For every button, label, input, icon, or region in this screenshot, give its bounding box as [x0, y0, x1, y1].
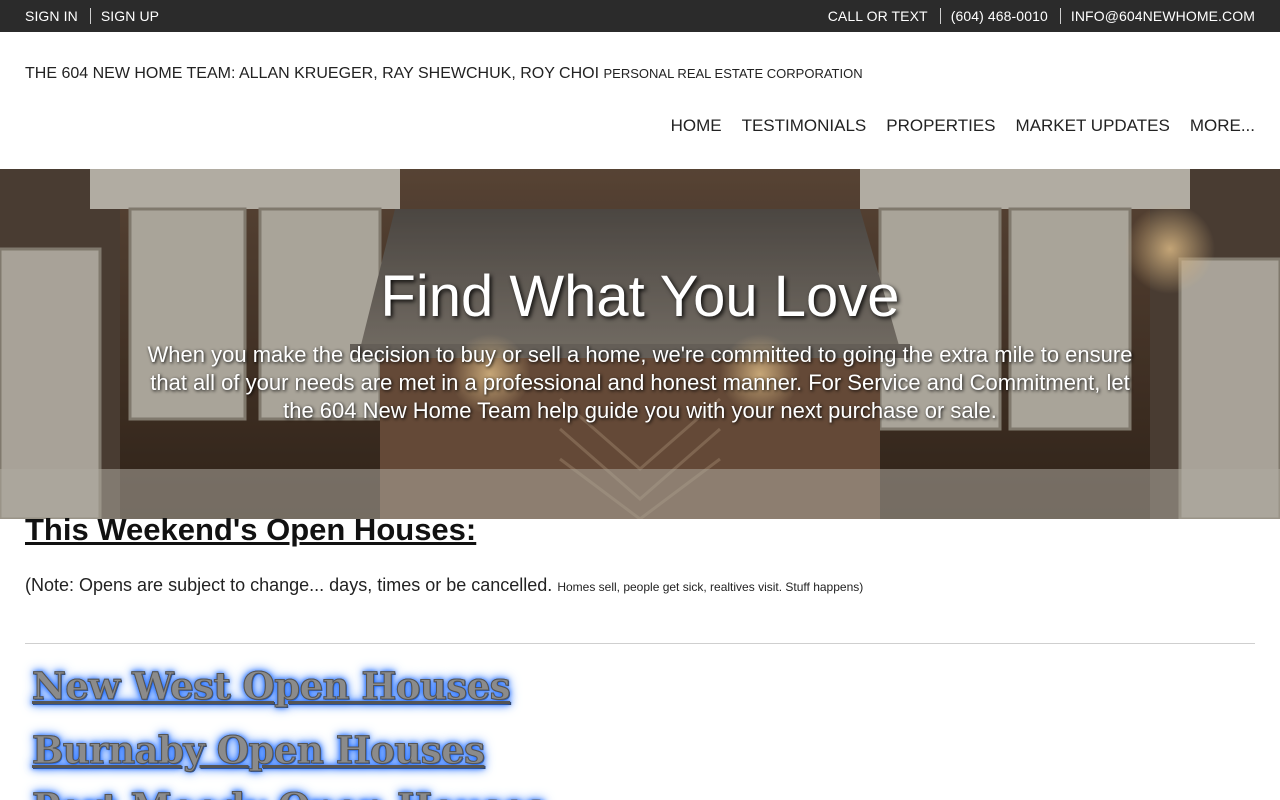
hero-description: When you make the decision to buy or sel… — [147, 342, 1133, 423]
sign-up-link[interactable]: SIGN UP — [101, 8, 159, 24]
contact-links: CALL OR TEXT (604) 468-0010 INFO@604NEWH… — [828, 8, 1255, 24]
brand-name: THE 604 NEW HOME TEAM: ALLAN KRUEGER, RA… — [25, 65, 600, 82]
nav-home[interactable]: HOME — [671, 116, 722, 136]
section-divider — [25, 643, 1255, 644]
open-houses-heading: This Weekend's Open Houses: — [25, 512, 477, 547]
burnaby-open-houses-link[interactable]: Burnaby Open Houses — [31, 728, 485, 773]
nav-properties[interactable]: PROPERTIES — [886, 116, 995, 136]
divider — [1059, 8, 1061, 24]
nav-testimonials[interactable]: TESTIMONIALS — [742, 116, 867, 136]
call-or-text-label: CALL OR TEXT — [827, 8, 928, 24]
site-brand[interactable]: THE 604 NEW HOME TEAM: ALLAN KRUEGER, RA… — [25, 65, 863, 83]
nav-market-updates[interactable]: MARKET UPDATES — [1016, 116, 1170, 136]
note-small: Homes sell, people get sick, realtives v… — [557, 580, 864, 594]
nav-more[interactable]: MORE... — [1190, 116, 1255, 136]
email-link[interactable]: INFO@604NEWHOME.COM — [1071, 8, 1255, 24]
divider — [939, 8, 941, 24]
sign-in-link[interactable]: SIGN IN — [25, 8, 78, 24]
note-main: (Note: Opens are subject to change... da… — [25, 575, 553, 595]
open-houses-note: (Note: Opens are subject to change... da… — [25, 575, 863, 596]
port-moody-open-houses-link[interactable]: Port Moody Open Houses — [32, 785, 547, 800]
phone-link[interactable]: (604) 468-0010 — [951, 8, 1048, 24]
divider — [89, 8, 91, 24]
brand-suffix: PERSONAL REAL ESTATE CORPORATION — [603, 66, 863, 81]
main-nav: HOME TESTIMONIALS PROPERTIES MARKET UPDA… — [671, 116, 1255, 136]
top-bar: SIGN IN SIGN UP CALL OR TEXT (604) 468-0… — [0, 0, 1280, 32]
account-links: SIGN IN SIGN UP — [25, 8, 159, 24]
new-west-open-houses-link[interactable]: New West Open Houses — [31, 664, 511, 709]
hero-title: Find What You Love — [380, 264, 900, 329]
